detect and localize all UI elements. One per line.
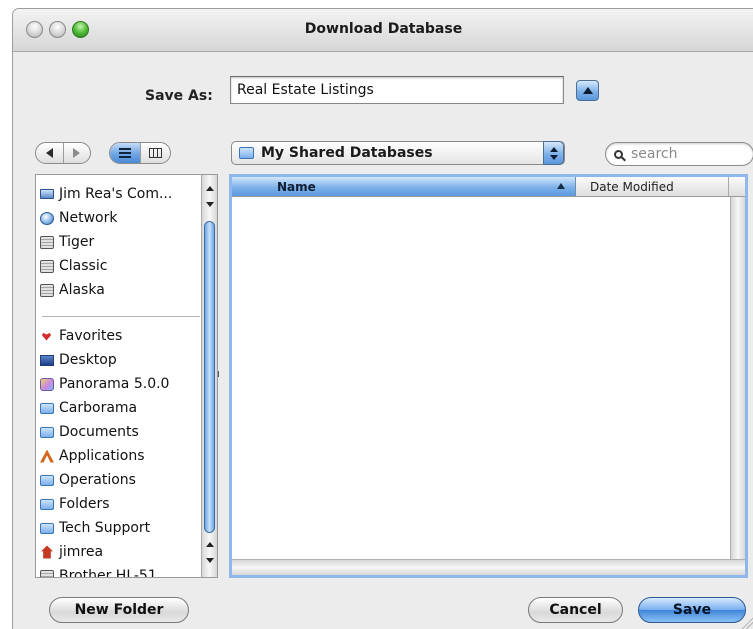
save-dialog-window: Download Database Save As: Real Estate L… [12,8,753,629]
computer-icon [40,189,54,199]
collapse-dialog-button[interactable] [576,80,599,101]
popup-arrows-icon [543,141,564,165]
sidebar-item-operations[interactable]: Operations [40,469,136,491]
sidebar-item-documents[interactable]: Documents [40,421,139,443]
sidebar-item-label: Brother HL-51 [59,568,157,578]
forward-button[interactable] [62,143,91,163]
folder-icon [40,474,54,486]
scroll-up-button-bottom[interactable] [202,537,217,551]
cancel-button[interactable]: Cancel [528,597,623,623]
column-header-date-modified[interactable]: Date Modified [576,177,729,196]
sidebar-item-desktop[interactable]: Desktop [40,349,117,371]
file-browser: Name Date Modified [229,174,748,578]
sidebar-item-label: Tiger [59,234,95,250]
column-view-button[interactable] [139,143,171,163]
title-bar[interactable]: Download Database [13,9,753,52]
sidebar-item-classic[interactable]: Classic [40,255,107,277]
save-as-label: Save As: [145,88,213,104]
sidebar-item-computer[interactable]: Jim Rea's Com... [40,183,172,205]
sidebar-divider [42,316,200,317]
sidebar-item-panorama[interactable]: Panorama 5.0.0 [40,373,169,395]
sidebar-item-label: Favorites [59,328,123,344]
scroll-thumb[interactable] [204,221,215,533]
view-mode-control [109,142,171,164]
arrow-left-icon [45,148,53,158]
save-button[interactable]: Save [638,597,746,623]
sidebar-item-label: Documents [59,424,139,440]
sidebar-item-folders[interactable]: Folders [40,493,110,515]
sidebar-item-label: Panorama 5.0.0 [59,376,170,392]
column-header-row: Name Date Modified [232,177,745,197]
sort-ascending-icon [557,183,565,189]
sidebar-item-label: Classic [59,258,108,274]
sidebar-item-applications[interactable]: Applications [40,445,145,467]
arrow-right-icon [73,148,81,158]
sidebar-item-favorites[interactable]: Favorites [40,325,122,347]
sidebar-item-printer[interactable]: Brother HL-51 [40,565,157,578]
sidebar-item-alaska[interactable]: Alaska [40,279,105,301]
sidebar-item-tiger[interactable]: Tiger [40,231,94,253]
disk-icon [40,259,54,273]
folder-icon [239,147,254,159]
applications-icon [40,450,54,463]
sidebar-item-label: Jim Rea's Com... [59,186,173,202]
new-folder-button[interactable]: New Folder [49,597,189,623]
column-header-label: Date Modified [590,179,674,194]
window-title: Download Database [304,21,463,37]
location-popup[interactable]: My Shared Databases [231,141,565,165]
column-header-corner [729,177,745,196]
location-label: My Shared Databases [261,145,433,161]
disk-icon [40,235,54,249]
sidebar-item-label: Network [59,210,118,226]
search-placeholder: search [631,146,678,162]
sidebar-item-label: Operations [59,472,136,488]
home-icon [40,546,54,559]
app-icon [40,377,54,391]
sidebar-item-network[interactable]: Network [40,207,117,229]
desktop-icon [40,354,54,366]
sidebar-item-label: Folders [59,496,110,512]
list-view-icon [118,148,131,158]
sidebar-scrollbar[interactable] [201,175,217,577]
browser-horizontal-scrollbar[interactable] [232,559,745,575]
column-header-name[interactable]: Name [232,177,576,196]
sidebar-item-label: Carborama [59,400,138,416]
list-view-button[interactable] [110,143,140,163]
sidebar-item-home[interactable]: jimrea [40,541,103,563]
printer-icon [40,569,54,577]
sidebar-item-carborama[interactable]: Carborama [40,397,137,419]
sidebar-item-label: jimrea [59,544,104,560]
triangle-up-icon [582,87,593,94]
sidebar-item-label: Alaska [59,282,105,298]
folder-icon [40,402,54,414]
scroll-down-button[interactable] [202,197,217,211]
network-icon [40,211,54,225]
heart-icon [40,330,54,343]
scroll-up-button[interactable] [202,181,217,195]
sidebar: Jim Rea's Com... Network Tiger Classic A… [35,174,218,578]
scroll-down-icon [205,201,214,207]
sidebar-item-label: Applications [59,448,145,464]
scroll-down-icon [205,557,214,563]
sidebar-item-label: Tech Support [59,520,151,536]
back-button[interactable] [36,143,63,163]
sidebar-item-label: Desktop [59,352,117,368]
magnifier-icon [614,149,623,159]
scroll-up-icon [205,185,214,191]
sidebar-splitter[interactable] [218,371,223,377]
resize-grip-icon[interactable] [740,615,753,629]
folder-icon [40,498,54,510]
scroll-down-button-bottom[interactable] [202,553,217,567]
folder-icon [40,522,54,534]
folder-icon [40,426,54,438]
column-view-icon [148,148,162,158]
column-header-label: Name [277,179,316,194]
browser-vertical-scrollbar[interactable] [730,197,745,559]
save-as-input[interactable]: Real Estate Listings [230,76,564,104]
search-input[interactable]: search [605,142,753,166]
scroll-up-icon [205,541,214,547]
disk-icon [40,283,54,297]
sidebar-item-tech-support[interactable]: Tech Support [40,517,150,539]
back-forward-control [35,142,91,164]
